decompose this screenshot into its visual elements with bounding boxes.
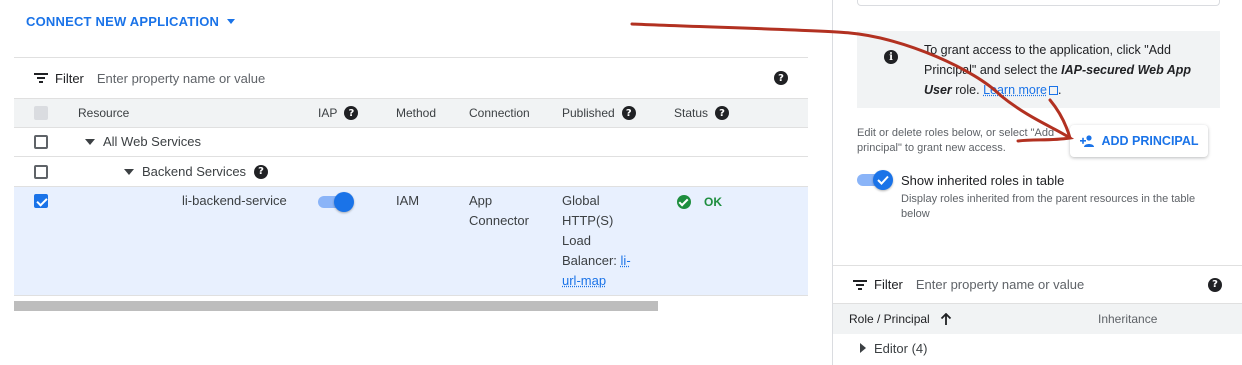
horizontal-scrollbar[interactable] [14, 301, 658, 311]
expand-arrow-icon[interactable] [860, 343, 866, 353]
info-icon: i [884, 50, 898, 64]
resource-name: All Web Services [103, 134, 202, 149]
status-help-icon[interactable]: ? [715, 106, 730, 120]
role-label: Editor (4) [874, 340, 928, 356]
row-checkbox[interactable] [34, 135, 48, 149]
column-iap[interactable]: IAP ? [318, 99, 359, 127]
backend-services-help-icon[interactable]: ? [254, 164, 269, 179]
show-inherited-label: Show inherited roles in table [901, 173, 1065, 188]
connect-new-application-button[interactable]: CONNECT NEW APPLICATION [26, 12, 236, 30]
edit-roles-hint: Edit or delete roles below, or select "A… [857, 127, 1055, 154]
filter-icon [853, 279, 867, 290]
check-circle-icon [677, 195, 691, 209]
status-text: OK [704, 195, 722, 209]
filter-label: Filter [55, 70, 84, 86]
caret-down-icon [227, 18, 236, 24]
resource-name: li-backend-service [182, 193, 287, 208]
connection-value: App Connector [469, 193, 529, 228]
column-inheritance[interactable]: Inheritance [1098, 304, 1157, 334]
column-role-label: Role / Principal [849, 312, 930, 326]
top-field-box[interactable] [857, 0, 1220, 6]
external-link-icon[interactable] [1049, 86, 1058, 96]
url-map-link-cont[interactable]: url-map [562, 273, 606, 288]
select-all-checkbox[interactable] [34, 106, 48, 120]
filter-icon [34, 73, 48, 83]
column-status-label: Status [674, 106, 709, 120]
column-role-principal[interactable]: Role / Principal [849, 304, 952, 334]
connect-button-label: CONNECT NEW APPLICATION [26, 13, 220, 29]
filter-input[interactable]: Enter property name or value [916, 277, 1084, 292]
column-published-label: Published [562, 106, 615, 120]
method-value: IAM [396, 193, 420, 208]
filter-label: Filter [874, 277, 903, 292]
show-inherited-toggle[interactable] [857, 170, 893, 190]
filter-help-icon[interactable]: ? [1208, 277, 1222, 292]
learn-more-link[interactable]: Learn more [983, 83, 1047, 97]
resource-filter-bar[interactable]: Filter Enter property name or value ? [14, 57, 808, 99]
table-row-backend-services[interactable]: Backend Services ? [14, 157, 808, 187]
resource-table-header: Resource IAP ? Method Connection Publish… [14, 99, 808, 128]
iap-toggle[interactable] [318, 192, 354, 212]
sort-arrow-up-icon [940, 312, 951, 325]
add-principal-button[interactable]: ADD PRINCIPAL [1070, 125, 1208, 157]
filter-help-icon[interactable]: ? [774, 71, 788, 85]
principal-filter-bar[interactable]: Filter Enter property name or value ? [833, 265, 1242, 304]
column-status[interactable]: Status ? [674, 99, 730, 127]
row-checkbox[interactable] [34, 164, 48, 179]
column-iap-label: IAP [318, 106, 338, 120]
add-principal-label: ADD PRINCIPAL [1101, 134, 1199, 148]
published-value: Global HTTP(S) Load Balancer: li- url-ma… [562, 193, 631, 288]
table-row-li-backend-service[interactable]: li-backend-service IAM App Connector Glo… [14, 187, 808, 296]
iap-help-icon[interactable]: ? [344, 106, 359, 120]
info-text: To grant access to the application, clic… [924, 43, 1192, 97]
expand-arrow-icon[interactable] [124, 168, 134, 175]
published-help-icon[interactable]: ? [621, 106, 636, 120]
row-checkbox-checked[interactable] [34, 194, 48, 208]
filter-input[interactable]: Enter property name or value [97, 71, 265, 86]
status-ok-badge: OK [677, 195, 722, 209]
table-row-editor[interactable]: Editor (4) [833, 334, 1242, 362]
resource-name: Backend Services [142, 163, 247, 179]
person-add-icon [1079, 135, 1094, 147]
column-connection[interactable]: Connection [469, 99, 530, 127]
url-map-link[interactable]: li- [621, 253, 631, 268]
info-banner: i To grant access to the application, cl… [857, 31, 1220, 108]
show-inherited-description: Display roles inherited from the parent … [901, 193, 1196, 220]
column-method[interactable]: Method [396, 99, 436, 127]
role-table-header: Role / Principal Inheritance [833, 304, 1242, 334]
column-published[interactable]: Published ? [562, 99, 636, 127]
toggle-check-icon [877, 175, 889, 185]
expand-arrow-icon[interactable] [85, 139, 95, 145]
table-row-all-web-services[interactable]: All Web Services [14, 128, 808, 157]
column-resource[interactable]: Resource [78, 99, 129, 127]
